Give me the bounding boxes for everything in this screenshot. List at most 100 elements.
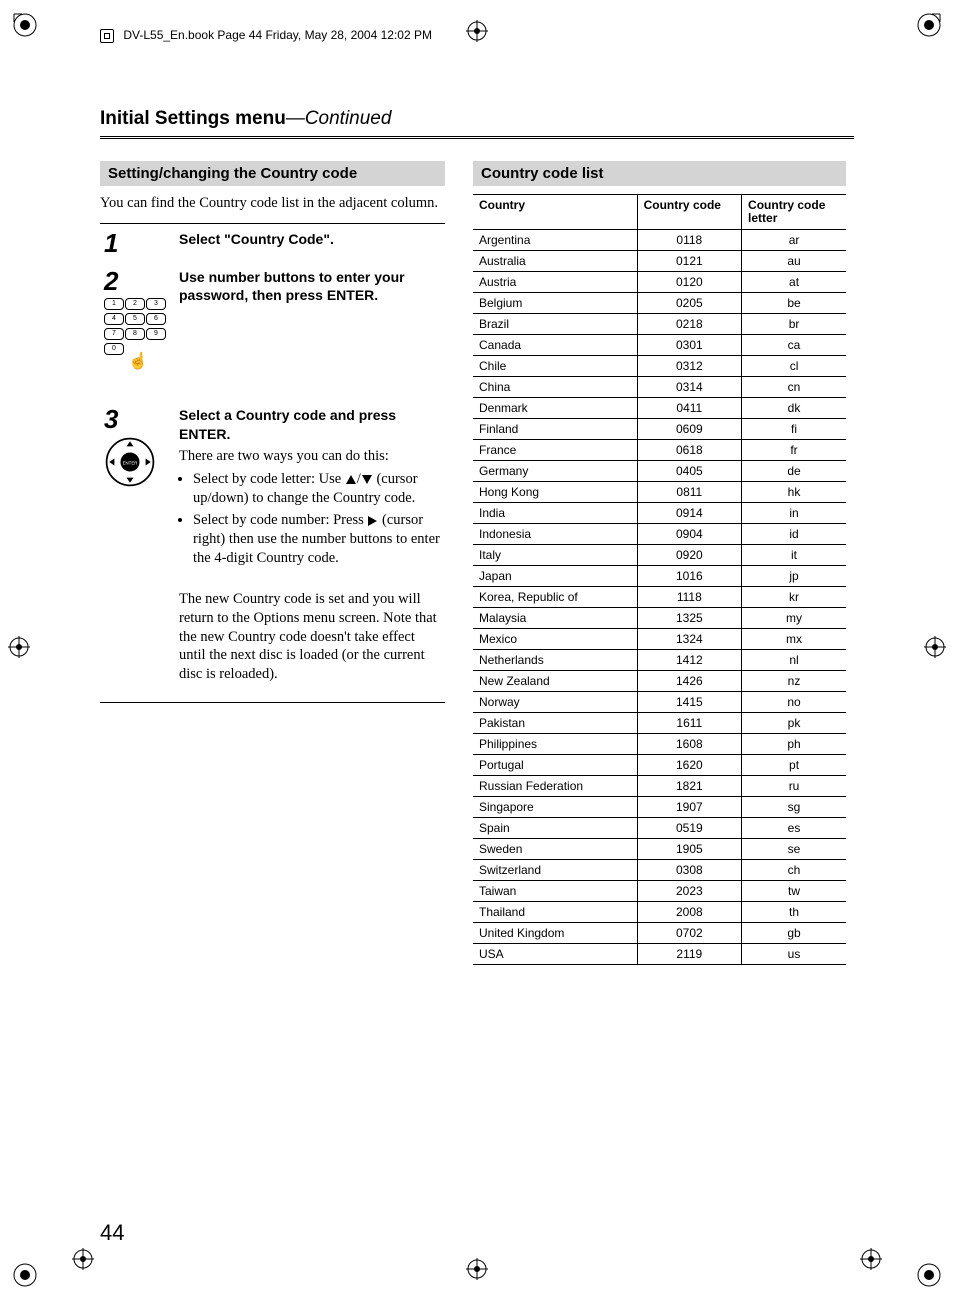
- cell-letter: ru: [742, 776, 846, 797]
- table-row: India0914in: [473, 503, 846, 524]
- table-row: France0618fr: [473, 440, 846, 461]
- steps-block: 1 Select "Country Code". 2 123 456: [100, 223, 445, 703]
- bullet-text: Select by code number: Press: [193, 512, 367, 528]
- cell-code: 1412: [637, 650, 741, 671]
- table-row: Netherlands1412nl: [473, 650, 846, 671]
- table-row: Italy0920it: [473, 545, 846, 566]
- table-row: Pakistan1611pk: [473, 713, 846, 734]
- table-header-letter: Country code letter: [742, 195, 846, 230]
- cell-country: Denmark: [473, 398, 637, 419]
- cell-country: Japan: [473, 566, 637, 587]
- dpad-enter-icon: ENTER: [104, 436, 179, 493]
- table-row: Korea, Republic of1118kr: [473, 587, 846, 608]
- step-body: Use number buttons to enter your passwor…: [179, 268, 441, 308]
- cell-letter: be: [742, 293, 846, 314]
- table-body: Argentina0118arAustralia0121auAustria012…: [473, 230, 846, 965]
- step-3: 3 ENTER: [104, 406, 441, 684]
- print-header-note: DV-L55_En.book Page 44 Friday, May 28, 2…: [100, 28, 432, 43]
- cell-letter: nl: [742, 650, 846, 671]
- table-row: Indonesia0904id: [473, 524, 846, 545]
- cell-letter: id: [742, 524, 846, 545]
- table-row: Denmark0411dk: [473, 398, 846, 419]
- cell-country: Chile: [473, 356, 637, 377]
- crop-mark-icon: [916, 1262, 942, 1288]
- cell-letter: de: [742, 461, 846, 482]
- cell-country: Korea, Republic of: [473, 587, 637, 608]
- cell-country: Spain: [473, 818, 637, 839]
- cell-country: Finland: [473, 419, 637, 440]
- cell-letter: se: [742, 839, 846, 860]
- cell-code: 0120: [637, 272, 741, 293]
- cell-country: Switzerland: [473, 860, 637, 881]
- cell-letter: fr: [742, 440, 846, 461]
- cell-country: Germany: [473, 461, 637, 482]
- cell-code: 0811: [637, 482, 741, 503]
- section-heading-country-list: Country code list: [473, 161, 846, 186]
- step-digit: 2: [104, 268, 179, 294]
- cell-code: 1324: [637, 629, 741, 650]
- cell-code: 1415: [637, 692, 741, 713]
- registration-mark-icon: [860, 1248, 882, 1270]
- table-row: Taiwan2023tw: [473, 881, 846, 902]
- cell-letter: kr: [742, 587, 846, 608]
- cell-letter: ca: [742, 335, 846, 356]
- cell-code: 0609: [637, 419, 741, 440]
- cell-code: 0618: [637, 440, 741, 461]
- cell-code: 0904: [637, 524, 741, 545]
- table-row: Malaysia1325my: [473, 608, 846, 629]
- cell-letter: cl: [742, 356, 846, 377]
- cell-code: 0218: [637, 314, 741, 335]
- cell-code: 0920: [637, 545, 741, 566]
- left-column: Setting/changing the Country code You ca…: [100, 161, 445, 965]
- crop-mark-icon: [916, 12, 942, 38]
- page-number: 44: [100, 1220, 124, 1246]
- cell-letter: sg: [742, 797, 846, 818]
- table-row: Russian Federation1821ru: [473, 776, 846, 797]
- cell-country: Russian Federation: [473, 776, 637, 797]
- cell-country: Brazil: [473, 314, 637, 335]
- table-row: Australia0121au: [473, 251, 846, 272]
- cell-country: Austria: [473, 272, 637, 293]
- cell-code: 0314: [637, 377, 741, 398]
- cell-code: 1611: [637, 713, 741, 734]
- registration-mark-icon: [466, 1258, 488, 1280]
- cell-code: 1118: [637, 587, 741, 608]
- section-heading-country-setting: Setting/changing the Country code: [100, 161, 445, 186]
- intro-paragraph: You can find the Country code list in th…: [100, 194, 445, 213]
- cell-letter: ch: [742, 860, 846, 881]
- cell-country: Argentina: [473, 230, 637, 251]
- cell-letter: th: [742, 902, 846, 923]
- registration-mark-icon: [924, 636, 946, 658]
- cell-country: Taiwan: [473, 881, 637, 902]
- registration-mark-icon: [8, 636, 30, 658]
- registration-mark-icon: [72, 1248, 94, 1270]
- cell-country: Netherlands: [473, 650, 637, 671]
- crop-mark-icon: [12, 1262, 38, 1288]
- running-title: Initial Settings menu—Continued: [100, 108, 854, 139]
- cell-letter: pk: [742, 713, 846, 734]
- cell-code: 1426: [637, 671, 741, 692]
- cell-country: Mexico: [473, 629, 637, 650]
- table-row: Thailand2008th: [473, 902, 846, 923]
- bullet-code-number: Select by code number: Press (cursor rig…: [193, 511, 441, 568]
- table-row: Mexico1324mx: [473, 629, 846, 650]
- cell-country: Italy: [473, 545, 637, 566]
- cell-country: Malaysia: [473, 608, 637, 629]
- cell-code: 0312: [637, 356, 741, 377]
- cell-letter: at: [742, 272, 846, 293]
- right-column: Country code list Country Country code C…: [473, 161, 846, 965]
- cell-country: United Kingdom: [473, 923, 637, 944]
- right-arrow-icon: [368, 516, 377, 526]
- table-header-row: Country Country code Country code letter: [473, 195, 846, 230]
- cell-letter: my: [742, 608, 846, 629]
- step-2: 2 123 456 789 0 ☝ Use number but: [104, 268, 441, 371]
- table-row: Canada0301ca: [473, 335, 846, 356]
- cell-country: India: [473, 503, 637, 524]
- cell-code: 0519: [637, 818, 741, 839]
- cell-country: Belgium: [473, 293, 637, 314]
- step-title: Select a Country code and press ENTER.: [179, 406, 441, 442]
- cell-country: China: [473, 377, 637, 398]
- cell-letter: dk: [742, 398, 846, 419]
- table-header-code: Country code: [637, 195, 741, 230]
- step-number: 2 123 456 789 0 ☝: [104, 268, 179, 371]
